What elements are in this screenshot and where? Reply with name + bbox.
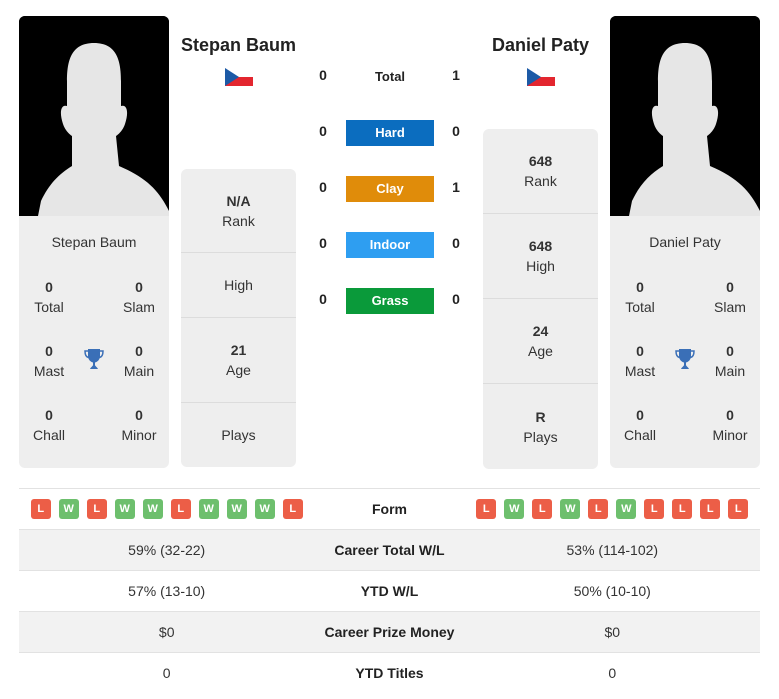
player2-career-prize: $0: [464, 611, 760, 653]
player2-ytd-titles: 0: [464, 652, 760, 694]
player2-form-badges: LWLWLWLLLL: [465, 499, 760, 519]
player2-age: 24 Age: [483, 299, 598, 384]
player2-name-heading[interactable]: Daniel Paty: [478, 35, 603, 56]
form-label: Form: [314, 488, 465, 530]
player2-photo: [610, 16, 760, 216]
form-loss-badge[interactable]: L: [282, 499, 303, 519]
form-win-badge[interactable]: W: [226, 499, 247, 519]
player2-form: LWLWLWLLLL: [464, 488, 760, 530]
player2-title-total: 0 Total: [625, 279, 655, 315]
player2-title-main: 0 Main: [714, 343, 746, 379]
form-loss-badge[interactable]: L: [700, 499, 721, 519]
form-win-badge[interactable]: W: [254, 499, 275, 519]
table-row-ytd-titles: 0 YTD Titles 0: [19, 652, 760, 694]
table-row-career-wl: 59% (32-22) Career Total W/L 53% (114-10…: [19, 529, 760, 571]
form-win-badge[interactable]: W: [560, 499, 581, 519]
form-loss-badge[interactable]: L: [30, 499, 51, 519]
player1-form-badges: LWLWWLWWWL: [19, 499, 314, 519]
player2-card-name: Daniel Paty: [649, 234, 721, 250]
player1-form: LWLWWLWWWL: [19, 488, 315, 530]
form-win-badge[interactable]: W: [198, 499, 219, 519]
form-loss-badge[interactable]: L: [476, 499, 497, 519]
silhouette-icon: [610, 16, 760, 216]
career-wl-label: Career Total W/L: [314, 529, 465, 571]
player1-career-prize: $0: [19, 611, 315, 653]
h2h-hard-p2: 0: [452, 123, 460, 139]
player1-ytd-titles: 0: [19, 652, 315, 694]
trophy-icon: [675, 349, 695, 369]
form-loss-badge[interactable]: L: [588, 499, 609, 519]
player2-rank: 648 Rank: [483, 129, 598, 214]
form-win-badge[interactable]: W: [616, 499, 637, 519]
h2h-indoor-p2: 0: [452, 235, 460, 251]
player1-title-slam: 0 Slam: [123, 279, 155, 315]
player1-title-mast: 0 Mast: [33, 343, 65, 379]
career-prize-label: Career Prize Money: [314, 611, 465, 653]
form-win-badge[interactable]: W: [58, 499, 79, 519]
player2-info-panel: 648 Rank 648 High 24 Age R Plays: [483, 129, 598, 469]
form-win-badge[interactable]: W: [504, 499, 525, 519]
ytd-titles-label: YTD Titles: [314, 652, 465, 694]
player1-title-main: 0 Main: [123, 343, 155, 379]
player1-career-wl: 59% (32-22): [19, 529, 315, 571]
player1-name-heading[interactable]: Stepan Baum: [176, 35, 301, 56]
h2h-grass-p1: 0: [319, 291, 327, 307]
table-row-career-prize: $0 Career Prize Money $0: [19, 611, 760, 653]
player2-title-chall: 0 Chall: [624, 407, 656, 443]
form-loss-badge[interactable]: L: [532, 499, 553, 519]
h2h-indoor-p1: 0: [319, 235, 327, 251]
h2h-clay-p1: 0: [319, 179, 327, 195]
player1-high: High: [181, 253, 296, 318]
form-win-badge[interactable]: W: [114, 499, 135, 519]
player2-plays: R Plays: [523, 408, 558, 445]
player1-title-total: 0 Total: [34, 279, 64, 315]
form-loss-badge[interactable]: L: [672, 499, 693, 519]
trophy-icon: [84, 349, 104, 369]
h2h-hard-p1: 0: [319, 123, 327, 139]
player1-rank: N/A Rank: [181, 169, 296, 253]
silhouette-icon: [19, 16, 169, 216]
h2h-total-label: Total: [374, 69, 406, 84]
h2h-clay-p2: 1: [452, 179, 460, 195]
table-row-ytd-wl: 57% (13-10) YTD W/L 50% (10-10): [19, 570, 760, 612]
czech-flag-icon: [527, 68, 555, 86]
player1-card-name: Stepan Baum: [51, 234, 137, 250]
surface-grass-badge: Grass: [346, 288, 434, 314]
player2-high: 648 High: [483, 214, 598, 299]
player1-title-minor: 0 Minor: [121, 407, 157, 443]
h2h-grass-p2: 0: [452, 291, 460, 307]
player2-ytd-wl: 50% (10-10): [464, 570, 760, 612]
surface-hard-badge: Hard: [346, 120, 434, 146]
player2-title-mast: 0 Mast: [624, 343, 656, 379]
surface-indoor-badge: Indoor: [346, 232, 434, 258]
player1-ytd-wl: 57% (13-10): [19, 570, 315, 612]
form-loss-badge[interactable]: L: [728, 499, 749, 519]
table-row-form: LWLWWLWWWL Form LWLWLWLLLL: [19, 488, 760, 530]
player2-title-slam: 0 Slam: [714, 279, 746, 315]
ytd-wl-label: YTD W/L: [314, 570, 465, 612]
form-loss-badge[interactable]: L: [86, 499, 107, 519]
h2h-total-p1: 0: [319, 67, 327, 83]
form-loss-badge[interactable]: L: [644, 499, 665, 519]
surface-clay-badge: Clay: [346, 176, 434, 202]
czech-flag-icon: [225, 68, 253, 86]
player1-plays: Plays: [221, 427, 256, 443]
form-loss-badge[interactable]: L: [170, 499, 191, 519]
form-win-badge[interactable]: W: [142, 499, 163, 519]
player1-info-panel: N/A Rank High 21 Age Plays: [181, 169, 296, 467]
player1-photo: [19, 16, 169, 216]
player1-title-chall: 0 Chall: [33, 407, 65, 443]
h2h-total-p2: 1: [452, 67, 460, 83]
player2-title-minor: 0 Minor: [712, 407, 748, 443]
comparison-table: LWLWWLWWWL Form LWLWLWLLLL 59% (32-22) C…: [19, 488, 760, 694]
player1-age: 21 Age: [181, 318, 296, 403]
player2-career-wl: 53% (114-102): [464, 529, 760, 571]
